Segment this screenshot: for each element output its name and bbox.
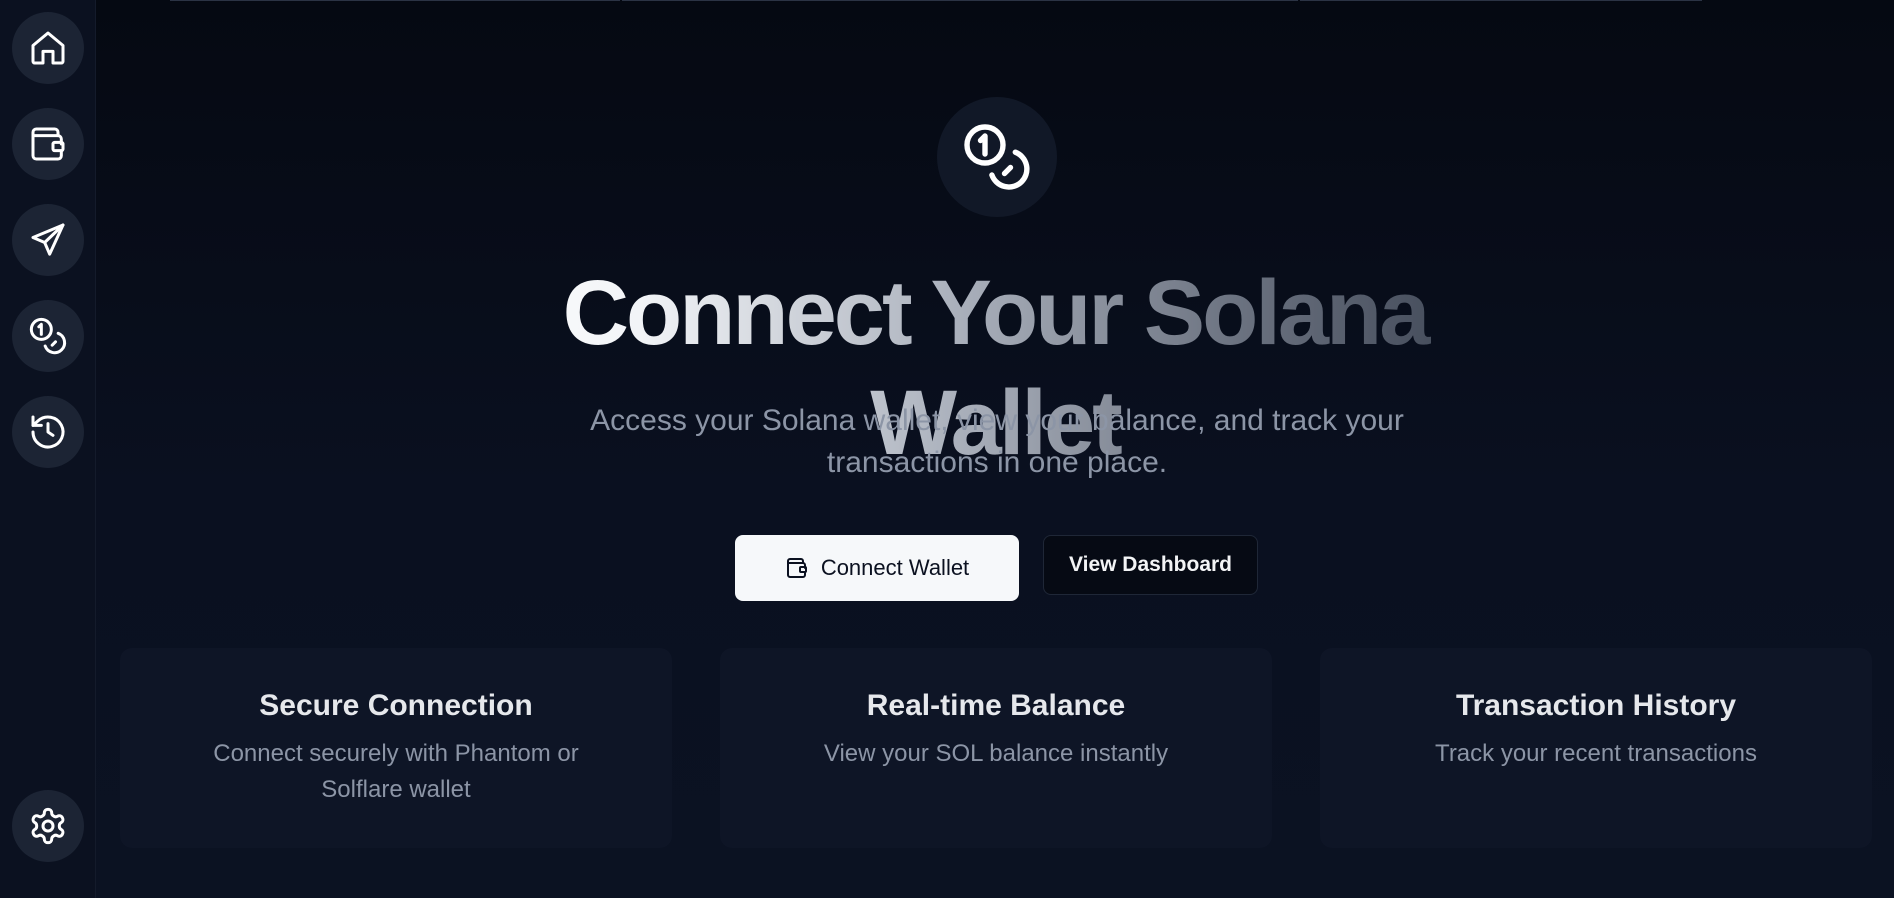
feature-card-secure-connection: Secure Connection Connect securely with …: [120, 648, 672, 848]
sidebar-item-history[interactable]: [12, 396, 84, 468]
sidebar: [0, 0, 96, 898]
wallet-icon: [786, 558, 807, 578]
sidebar-item-send[interactable]: [12, 204, 84, 276]
home-icon: [31, 31, 65, 65]
feature-card-description: Track your recent transactions: [1435, 740, 1757, 767]
sidebar-item-coins[interactable]: [12, 300, 84, 372]
send-icon: [31, 223, 65, 256]
page-subtitle: Access your Solana wallet, view your bal…: [590, 404, 1404, 479]
top-divider: [622, 0, 1298, 1]
sidebar-item-wallet[interactable]: [12, 108, 84, 180]
wallet-icon: [31, 127, 65, 161]
app-root: Connect Your Solana Wallet Access your S…: [0, 0, 1894, 898]
history-icon: [31, 415, 65, 449]
connect-wallet-button[interactable]: Connect Wallet: [735, 535, 1019, 601]
gear-icon: [31, 807, 65, 845]
coins-icon: [964, 124, 1030, 190]
feature-card-description: Connect securely with Phantom or Solflar…: [213, 740, 579, 803]
sidebar-item-home[interactable]: [12, 12, 84, 84]
feature-card-real-time-balance: Real-time Balance View your SOL balance …: [720, 648, 1272, 848]
feature-card-title: Secure Connection: [259, 689, 533, 722]
feature-card-title: Real-time Balance: [866, 689, 1126, 722]
feature-card-title: Transaction History: [1455, 689, 1737, 722]
coins-icon: [29, 317, 67, 355]
feature-card-transaction-history: Transaction History Track your recent tr…: [1320, 648, 1872, 848]
feature-card-description: View your SOL balance instantly: [823, 740, 1169, 767]
view-dashboard-button[interactable]: View Dashboard: [1043, 535, 1258, 595]
top-divider: [1300, 0, 1702, 1]
hero-coins-badge: [937, 97, 1057, 217]
page-title-wrapper: Connect Your Solana Wallet: [440, 258, 1550, 474]
sidebar-item-settings[interactable]: [12, 790, 84, 862]
top-divider: [170, 0, 620, 1]
connect-wallet-label: Connect Wallet: [820, 555, 970, 580]
